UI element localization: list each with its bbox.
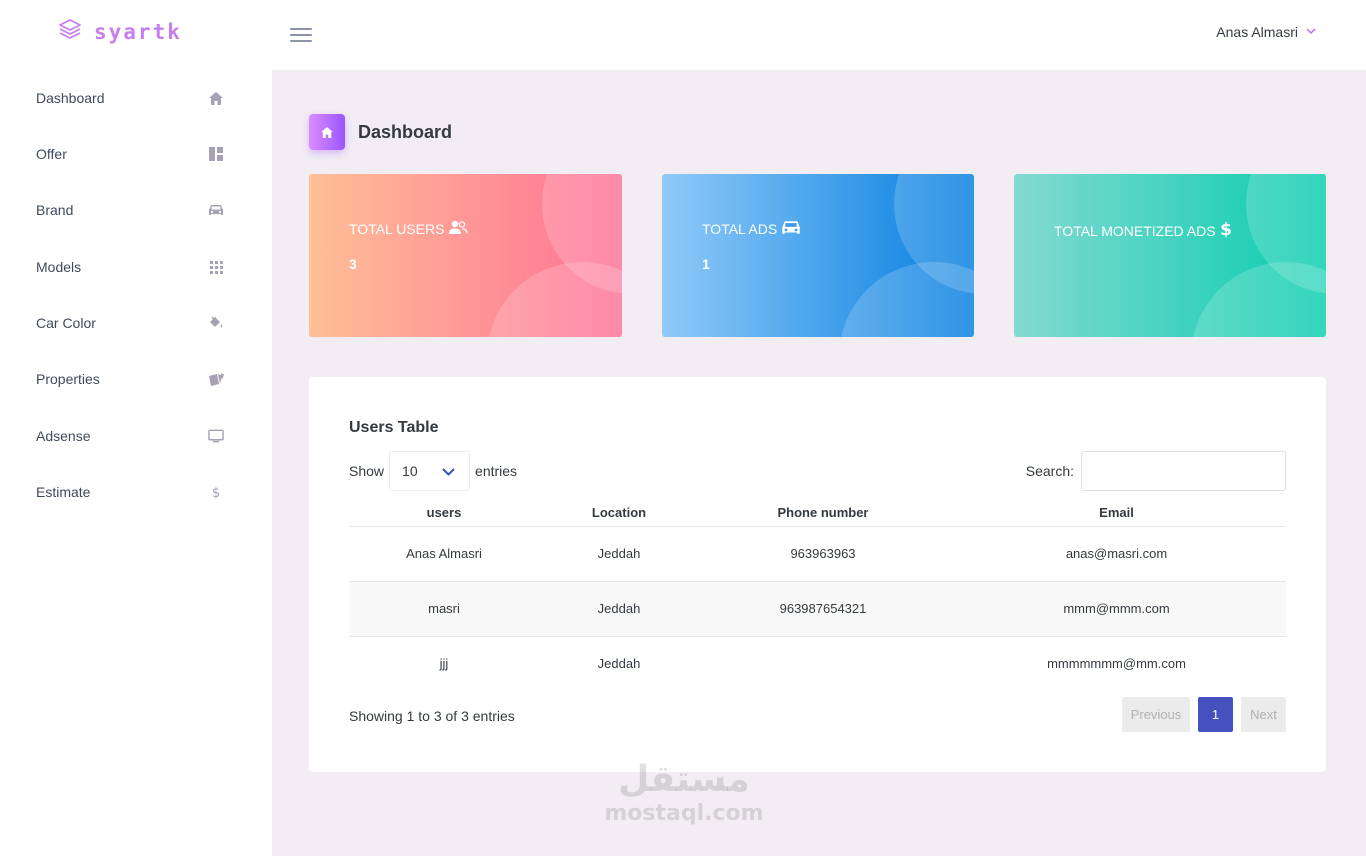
table-row: Anas Almasri Jeddah 963963963 anas@masri…: [349, 526, 1286, 582]
column-header-email[interactable]: Email: [947, 499, 1286, 527]
entries-select[interactable]: 10: [389, 451, 471, 491]
watermark-arabic: مستقل: [618, 759, 750, 800]
column-header-location[interactable]: Location: [539, 499, 699, 527]
page-header: Dashboard: [309, 114, 452, 150]
show-label: Show: [349, 463, 385, 479]
monitor-icon: [208, 428, 224, 444]
total-ads-card: TOTAL ADS 1: [662, 174, 974, 337]
sidebar-item-dashboard[interactable]: Dashboard: [0, 78, 272, 118]
cell-user: Anas Almasri: [349, 526, 539, 582]
chevron-down-icon: [442, 463, 455, 479]
sidebar-item-label: Offer: [36, 146, 67, 162]
total-users-card: TOTAL USERS 3: [309, 174, 622, 337]
stat-value: 3: [349, 256, 357, 272]
layers-icon: [58, 18, 82, 45]
stat-title-text: TOTAL USERS: [349, 221, 445, 237]
home-icon: [309, 114, 345, 150]
dollar-icon: $: [208, 484, 224, 500]
page-title: Dashboard: [358, 121, 453, 142]
search-label: Search:: [1025, 463, 1074, 479]
search-input[interactable]: [1081, 451, 1286, 491]
car-icon: [781, 220, 801, 238]
users-table: users Location Phone number Email Anas A…: [349, 499, 1286, 691]
stat-title-text: TOTAL MONETIZED ADS: [1054, 222, 1216, 239]
menu-toggle-button[interactable]: [290, 28, 312, 44]
cell-user: masri: [349, 581, 539, 637]
sidebar: Dashboard Offer Brand Models Car Color P…: [0, 70, 272, 856]
entries-length-control: Show 10 entries: [349, 451, 517, 491]
sidebar-item-properties[interactable]: Properties: [0, 359, 272, 399]
cards-icon: [208, 371, 224, 387]
search-control: Search:: [1026, 451, 1286, 491]
table-header-row: users Location Phone number Email: [349, 499, 1286, 527]
table-info: Showing 1 to 3 of 3 entries: [349, 708, 515, 724]
sidebar-item-label: Adsense: [36, 428, 91, 444]
table-row: jjj Jeddah mmmmmmm@mm.com: [349, 636, 1286, 691]
grid-icon: [208, 259, 224, 275]
svg-text:$: $: [212, 486, 220, 500]
sidebar-item-label: Dashboard: [36, 90, 105, 106]
user-name: Anas Almasri: [1216, 24, 1298, 40]
cell-location: Jeddah: [597, 656, 641, 672]
users-icon: [448, 220, 469, 238]
layout-icon: [208, 146, 224, 162]
cell-location: Jeddah: [539, 526, 699, 582]
home-icon: [208, 90, 224, 106]
svg-text:$: $: [1220, 220, 1232, 238]
sidebar-item-label: Car Color: [36, 315, 96, 331]
hamburger-icon: [290, 28, 312, 30]
sidebar-item-label: Brand: [36, 202, 74, 218]
sidebar-item-label: Models: [36, 259, 82, 275]
brand-name: syartk: [94, 19, 182, 44]
entries-label: entries: [475, 463, 518, 479]
cell-email: mmm@mmm.com: [947, 581, 1286, 637]
stat-title: TOTAL MONETIZED ADS $: [1054, 220, 1232, 241]
sidebar-item-label: Properties: [36, 371, 100, 387]
user-menu[interactable]: Anas Almasri: [1216, 24, 1316, 40]
total-monetized-ads-card: TOTAL MONETIZED ADS $: [1014, 174, 1326, 337]
sidebar-item-car-color[interactable]: Car Color: [0, 303, 272, 343]
brand-logo[interactable]: syartk: [58, 18, 182, 45]
sidebar-item-estimate[interactable]: Estimate $: [0, 472, 272, 512]
entries-select-value: 10: [402, 463, 418, 479]
cell-phone: [699, 636, 947, 691]
cell-user: jjj: [439, 656, 449, 672]
watermark-latin: mostaql.com: [604, 801, 764, 826]
car-icon: [208, 202, 224, 218]
cell-phone: 963963963: [699, 526, 947, 582]
chevron-down-icon: [1306, 27, 1316, 38]
sidebar-item-offer[interactable]: Offer: [0, 134, 272, 174]
cell-email: anas@masri.com: [947, 526, 1286, 582]
cell-location: Jeddah: [539, 581, 699, 637]
top-navbar: syartk Anas Almasri: [0, 0, 1366, 70]
sidebar-item-brand[interactable]: Brand: [0, 190, 272, 230]
column-header-users[interactable]: users: [349, 499, 539, 527]
column-header-phone[interactable]: Phone number: [699, 499, 947, 527]
cell-email: mmmmmmm@mm.com: [1047, 656, 1186, 672]
previous-page-button[interactable]: Previous: [1122, 697, 1190, 732]
card-decoration: [487, 262, 622, 337]
table-row: masri Jeddah 963987654321 mmm@mmm.com: [349, 581, 1286, 637]
stat-value: 1: [702, 256, 710, 272]
stat-title: TOTAL ADS: [702, 220, 801, 238]
stat-title: TOTAL USERS: [349, 220, 469, 238]
sidebar-item-adsense[interactable]: Adsense: [0, 416, 272, 456]
sidebar-item-label: Estimate: [36, 484, 91, 500]
card-decoration: [839, 262, 974, 337]
dollar-icon: $: [1220, 220, 1232, 241]
stat-title-text: TOTAL ADS: [702, 221, 778, 237]
sidebar-item-models[interactable]: Models: [0, 247, 272, 287]
page-1-button[interactable]: 1: [1198, 697, 1233, 732]
card-decoration: [1191, 262, 1326, 337]
next-page-button[interactable]: Next: [1241, 697, 1286, 732]
pagination: Previous 1 Next: [1122, 697, 1286, 732]
paint-bucket-icon: [208, 315, 224, 331]
watermark: مستقل mostaql.com: [600, 760, 768, 828]
users-table-card: Users Table Show 10 entries Search: user…: [309, 377, 1326, 772]
cell-phone: 963987654321: [699, 581, 947, 637]
table-title: Users Table: [349, 419, 439, 436]
